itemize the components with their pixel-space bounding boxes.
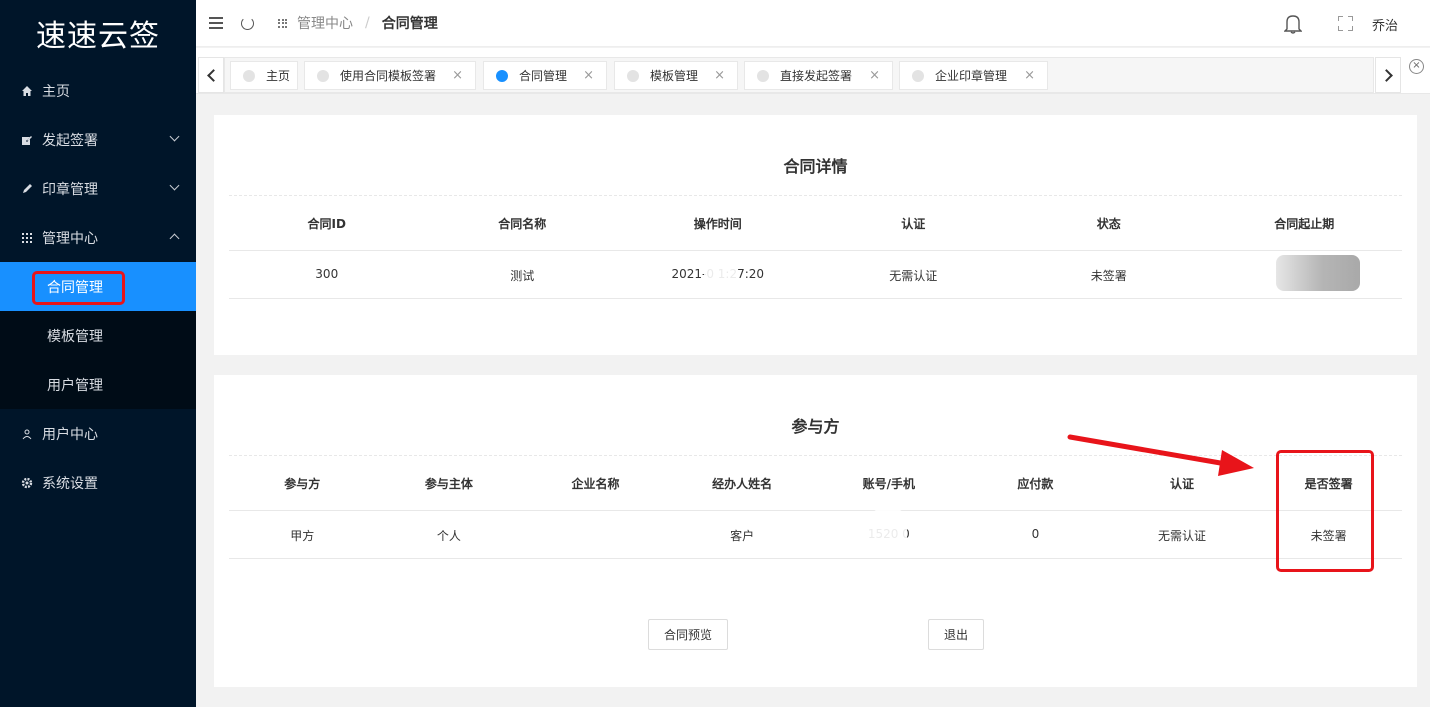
annotation-highlight-box: [1276, 450, 1374, 572]
annotation-arrow: [1067, 434, 1254, 476]
